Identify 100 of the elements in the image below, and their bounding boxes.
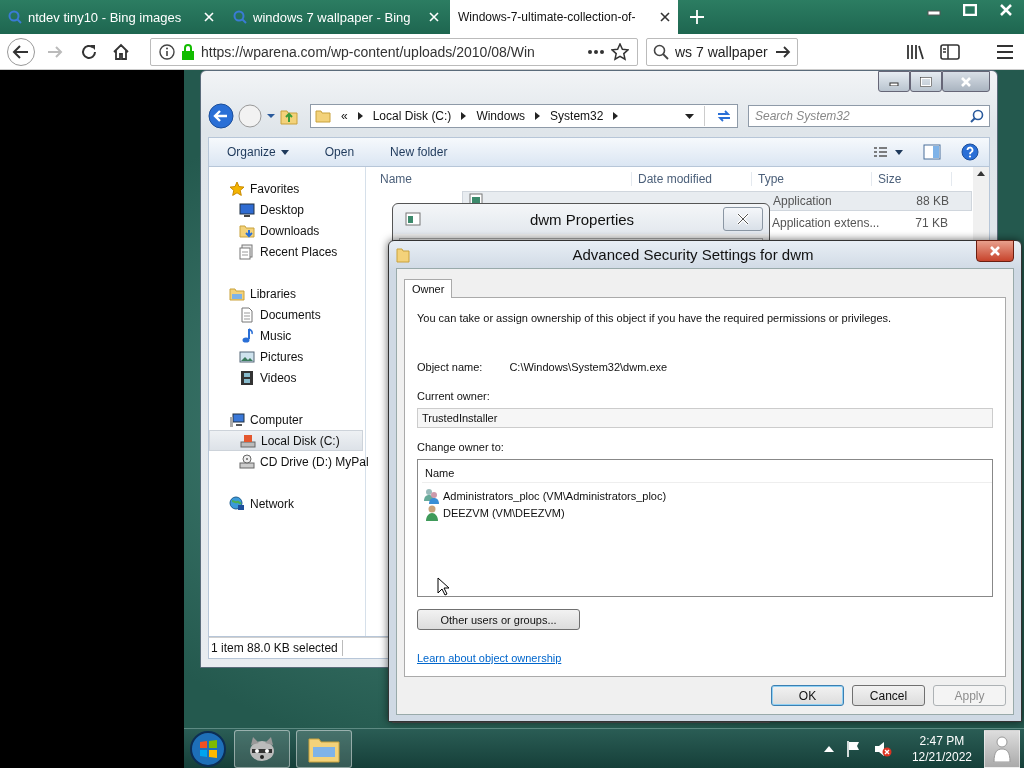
monitor-icon	[239, 201, 255, 218]
dialog-button[interactable]: Cancel	[852, 685, 925, 706]
bookmark-star-icon[interactable]	[611, 42, 629, 61]
film-strip-icon	[239, 369, 255, 386]
reload-icon[interactable]	[80, 42, 98, 61]
table-cell: Application extens...	[772, 216, 880, 230]
maximize-icon[interactable]	[963, 4, 977, 16]
field-label: Change owner to:	[417, 441, 505, 453]
nav-item[interactable]: Network	[209, 493, 365, 514]
view-options-icon[interactable]	[873, 146, 903, 158]
nav-item[interactable]: Libraries	[209, 283, 365, 304]
status-text: 1 item 88.0 KB selected	[211, 641, 338, 655]
close-button[interactable]	[976, 239, 1014, 262]
folder-download-icon	[239, 222, 255, 239]
scroll-up-icon	[977, 171, 985, 176]
nav-item[interactable]: Pictures	[209, 346, 365, 367]
search-field[interactable]: Search System32	[748, 105, 990, 127]
sidebar-icon[interactable]	[940, 42, 960, 61]
nav-item[interactable]: Downloads	[209, 220, 365, 241]
chevron-right-icon	[613, 112, 619, 120]
document-icon	[239, 306, 255, 323]
column-header[interactable]: Date modified	[632, 172, 752, 186]
nav-item[interactable]: Desktop	[209, 199, 365, 220]
show-hidden-icons-icon[interactable]	[823, 745, 834, 752]
chevron-right-icon	[461, 112, 467, 120]
toolbar-button[interactable]: New folder	[382, 142, 456, 162]
address-bar[interactable]: https://wparena.com/wp-content/uploads/2010/08/Win	[150, 37, 638, 66]
new-tab-icon[interactable]	[689, 9, 705, 25]
nav-item[interactable]: Music	[209, 325, 365, 346]
flag-icon[interactable]	[845, 739, 862, 758]
globe-icon	[229, 495, 245, 512]
table-cell: 71 KB	[915, 216, 948, 230]
computer-icon	[229, 411, 245, 428]
nav-item[interactable]: Local Disk (C:)	[209, 430, 363, 451]
clock[interactable]: 2:47 PM 12/21/2022	[911, 732, 972, 765]
arrow-right-icon[interactable]	[775, 44, 791, 59]
more-icon[interactable]	[587, 48, 605, 55]
field-label: Object name:	[417, 361, 483, 373]
folder-icon	[396, 246, 410, 263]
library-icon[interactable]	[906, 42, 926, 61]
close-icon[interactable]	[660, 12, 670, 22]
info-icon	[159, 43, 175, 60]
owner-item[interactable]: Administrators_ploc (VM\Administrators_ploc)	[422, 487, 992, 504]
close-icon	[989, 245, 1001, 256]
dialog-tab[interactable]: Owner	[404, 279, 453, 298]
maximize-button[interactable]	[910, 71, 942, 92]
search-icon	[8, 10, 22, 24]
user-silhouette-icon	[993, 735, 1011, 762]
chevron-right-icon	[535, 112, 541, 120]
address-bar[interactable]: « Local Disk (C:) Windows System32	[310, 104, 738, 128]
owner-field[interactable]: TrustedInstaller	[417, 408, 993, 428]
close-icon	[736, 213, 750, 225]
application-icon	[405, 212, 421, 226]
browser-tab[interactable]: ntdev tiny10 - Bing images	[0, 0, 222, 34]
nav-item[interactable]: Documents	[209, 304, 365, 325]
help-link[interactable]: Learn about object ownership	[417, 652, 562, 664]
home-icon[interactable]	[112, 42, 130, 61]
nav-item[interactable]: Recent Places	[209, 241, 365, 262]
dialog-button[interactable]: OK	[771, 685, 844, 706]
dialog-title: Advanced Security Settings for dwm	[571, 246, 815, 263]
show-desktop-button[interactable]	[984, 729, 1020, 768]
close-button[interactable]	[942, 71, 990, 92]
column-header[interactable]: Type	[752, 172, 872, 186]
field-label: Current owner:	[417, 390, 491, 402]
help-icon[interactable]	[961, 143, 979, 161]
folder-icon	[315, 108, 331, 124]
menu-icon[interactable]	[996, 43, 1014, 60]
browser-tab[interactable]: windows 7 wallpaper - Bing	[225, 0, 447, 34]
padlock-icon	[181, 43, 195, 60]
toolbar-button[interactable]: Organize	[219, 142, 297, 162]
speaker-muted-icon[interactable]	[873, 739, 892, 758]
dropdown-icon	[280, 149, 289, 155]
taskbar-app-button[interactable]	[296, 729, 352, 768]
column-header[interactable]: Name	[374, 172, 632, 186]
minimize-button[interactable]	[878, 71, 910, 92]
refresh-icon[interactable]	[715, 108, 733, 124]
up-folder-icon[interactable]	[280, 107, 298, 125]
star-icon	[229, 180, 245, 197]
column-header[interactable]: Size	[872, 172, 952, 186]
owner-item[interactable]: DEEZVM (VM\DEEZVM)	[422, 504, 992, 521]
browser-tab[interactable]: Windows-7-ultimate-collection-of-	[450, 0, 678, 34]
search-icon	[233, 10, 247, 24]
intro-text: You can take or assign ownership of this object if you have the required permissions or privileges.	[417, 312, 893, 324]
close-button[interactable]	[723, 207, 763, 231]
back-icon[interactable]	[6, 36, 36, 67]
group-users-icon	[424, 487, 440, 504]
taskbar-app-button[interactable]	[234, 729, 290, 768]
dropdown-icon[interactable]	[685, 113, 694, 119]
nav-item[interactable]: Computer	[209, 409, 365, 430]
document-stack-icon	[239, 243, 255, 260]
table-cell: Application	[773, 194, 832, 208]
other-users-button[interactable]: Other users or groups...	[417, 609, 580, 630]
search-field[interactable]: ws 7 wallpaper	[646, 37, 798, 66]
nav-item[interactable]: Favorites	[209, 178, 365, 199]
start-button-icon[interactable]	[188, 728, 228, 768]
nav-item[interactable]: Videos	[209, 367, 365, 388]
column-header[interactable]: Name	[422, 464, 992, 483]
picture-icon	[239, 348, 255, 365]
back-icon[interactable]	[208, 103, 234, 129]
toolbar-button[interactable]: Open	[316, 142, 363, 162]
